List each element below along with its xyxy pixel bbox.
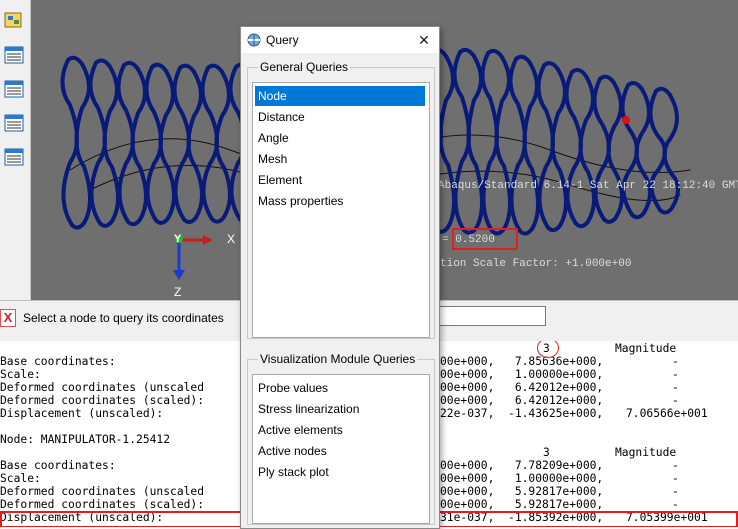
- dialog-titlebar[interactable]: Query ✕: [241, 27, 439, 53]
- console-line-magnitude: 7.06566e+001: [626, 407, 708, 420]
- query-item[interactable]: Angle: [255, 128, 425, 148]
- general-queries-list[interactable]: Node Distance Angle Mesh Element Mass propert…: [252, 82, 430, 338]
- console-line-magnitude: -: [672, 368, 679, 381]
- prompt-input[interactable]: [438, 306, 546, 326]
- console-line-label: Scale:: [0, 368, 41, 381]
- axis-triad: Y X Z: [173, 232, 235, 298]
- console-line-label: Base coordinates:: [0, 459, 116, 472]
- console-line-magnitude: -: [672, 459, 679, 472]
- toolbox-strip: [0, 0, 31, 300]
- viz-query-item[interactable]: Ply stack plot: [255, 462, 425, 482]
- console-line-label: Deformed coordinates (unscaled: [0, 485, 205, 498]
- query-item[interactable]: Element: [255, 170, 425, 190]
- table-icon[interactable]: [3, 78, 25, 100]
- cancel-prompt-button[interactable]: X: [0, 309, 16, 327]
- x-axis-label: X: [227, 232, 235, 246]
- table-icon[interactable]: [3, 44, 25, 66]
- viewport-header-text: Abaqus/Standard 6.14-1 Sat Apr 22 18:12:…: [438, 180, 738, 192]
- console-line-magnitude: Magnitude: [615, 342, 677, 355]
- prompt-text: Select a node to query its coordinates: [23, 311, 224, 325]
- console-line-value: 3: [543, 446, 550, 459]
- console-line-magnitude: -: [672, 498, 679, 511]
- console-line-label: Scale:: [0, 472, 41, 485]
- table-icon[interactable]: [3, 112, 25, 134]
- console-line-label: Deformed coordinates (scaled):: [0, 498, 205, 511]
- visualization-queries-list[interactable]: Probe values Stress linearization Active e…: [252, 374, 430, 524]
- y-axis-label: Y: [174, 233, 182, 245]
- dialog-title: Query: [266, 33, 299, 47]
- query-item[interactable]: Node: [255, 86, 425, 106]
- query-item[interactable]: Distance: [255, 107, 425, 127]
- console-line-magnitude: -: [672, 394, 679, 407]
- console-line-value: 00e+000, 1.00000e+000,: [440, 472, 604, 485]
- query-item[interactable]: Mesh: [255, 149, 425, 169]
- table-icon[interactable]: [3, 146, 25, 168]
- deformation-scale-text: tion Scale Factor: +1.000e+00: [440, 258, 632, 270]
- viz-query-item[interactable]: Active nodes: [255, 441, 425, 461]
- console-line-value: 22e-037, -1.43625e+000,: [440, 407, 604, 420]
- console-line-magnitude: Magnitude: [615, 446, 677, 459]
- general-queries-label: General Queries: [258, 60, 351, 74]
- viz-query-item[interactable]: Stress linearization: [255, 399, 425, 419]
- console-line-value: 00e+000, 7.78209e+000,: [440, 459, 604, 472]
- console-line-label: Displacement (unscaled):: [0, 407, 164, 420]
- z-axis-label: Z: [174, 285, 181, 298]
- console-line-label: Deformed coordinates (scaled):: [0, 394, 205, 407]
- viz-query-item[interactable]: Active elements: [255, 420, 425, 440]
- visualization-queries-group: Visualization Module Queries Probe value…: [247, 352, 435, 525]
- console-line-value: 00e+000, 7.85636e+000,: [440, 355, 604, 368]
- console-line-magnitude: -: [672, 381, 679, 394]
- highlight-box: [452, 228, 518, 250]
- console-line-value: 00e+000, 6.42012e+000,: [440, 394, 604, 407]
- console-line-value: 00e+000, 1.00000e+000,: [440, 368, 604, 381]
- console-line-label: Base coordinates:: [0, 355, 116, 368]
- selected-node-marker[interactable]: [622, 116, 630, 124]
- query-app-icon: [247, 33, 261, 47]
- console-line-magnitude: -: [672, 472, 679, 485]
- query-dialog[interactable]: Query ✕ General Queries Node Distance Angl…: [240, 26, 440, 529]
- general-queries-group: General Queries Node Distance Angle Mesh Ele…: [247, 60, 435, 339]
- close-icon[interactable]: ✕: [415, 31, 433, 49]
- console-line-magnitude: -: [672, 355, 679, 368]
- visualization-queries-label: Visualization Module Queries: [258, 352, 418, 366]
- query-tool-icon[interactable]: [3, 10, 25, 32]
- console-line-magnitude: -: [672, 485, 679, 498]
- console-line-value: 00e+000, 5.92817e+000,: [440, 498, 604, 511]
- console-line-label: Deformed coordinates (unscaled: [0, 381, 205, 394]
- query-item[interactable]: Mass properties: [255, 191, 425, 211]
- console-line-label: Node: MANIPULATOR-1.25412: [0, 433, 171, 446]
- console-line-value: 00e+000, 5.92817e+000,: [440, 485, 604, 498]
- viz-query-item[interactable]: Probe values: [255, 378, 425, 398]
- console-line-value: 00e+000, 6.42012e+000,: [440, 381, 604, 394]
